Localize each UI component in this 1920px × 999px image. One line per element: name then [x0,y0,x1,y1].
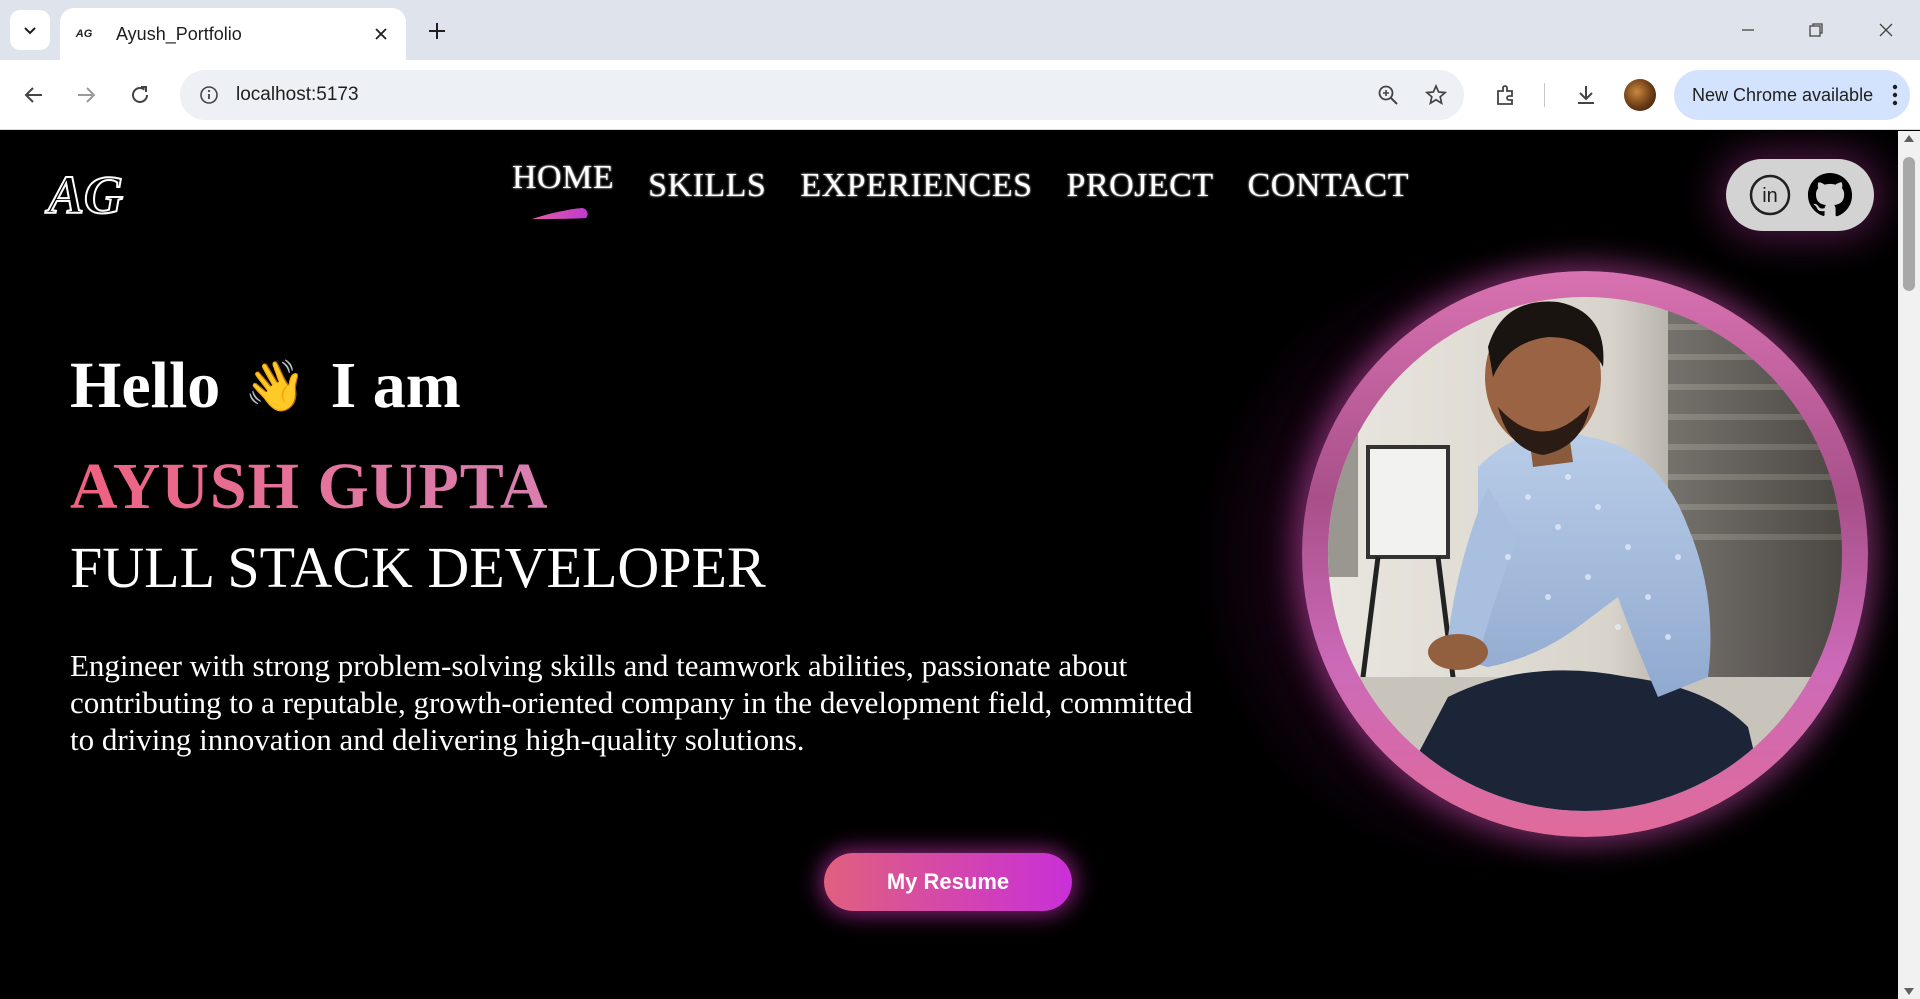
nav-active-underline [532,208,588,219]
nav-experiences[interactable]: EXPERIENCES [800,167,1032,205]
nav-skills[interactable]: SKILLS [648,167,766,205]
tab-favicon: AG [75,28,93,40]
hero-greeting: Hello 👋 I am [70,348,461,424]
hello-text: Hello [70,349,221,422]
tab-search-button[interactable] [10,10,50,50]
site-logo[interactable]: AG [44,164,134,226]
tab-close-button[interactable] [370,23,392,45]
close-window-button[interactable] [1858,10,1914,50]
page-scrollbar[interactable] [1898,131,1920,999]
wave-icon: 👋 [244,356,307,415]
new-tab-button[interactable] [420,14,454,48]
scroll-thumb[interactable] [1903,157,1915,291]
browser-toolbar: localhost:5173 New Chrome available [0,60,1920,130]
download-icon[interactable] [1566,75,1606,115]
browser-tab[interactable]: AG Ayush_Portfolio [60,8,406,60]
hero-description: Engineer with strong problem-solving ski… [70,648,1193,757]
update-label: New Chrome available [1692,84,1874,105]
back-button[interactable] [14,75,54,115]
toolbar-divider [1544,83,1545,107]
hero-role-animation-ghost: FULL STACK DEVELOPER [70,601,740,605]
address-bar[interactable]: localhost:5173 [180,70,1464,120]
hero-name: AYUSH GUPTA [70,450,549,523]
scroll-down-arrow-icon[interactable] [1904,988,1914,995]
logo-text: AG [45,165,123,225]
restore-icon [1809,23,1823,37]
browser-tab-strip: AG Ayush_Portfolio [0,0,1920,60]
profile-avatar[interactable] [1624,79,1656,111]
arrow-right-icon [78,87,96,103]
social-links: in [1726,159,1874,231]
minimize-button[interactable] [1720,10,1776,50]
close-icon [375,28,387,40]
forward-button[interactable] [66,75,106,115]
svg-text:in: in [1762,185,1778,207]
nav-home[interactable]: HOME [512,159,615,219]
i-am-text: I am [330,349,461,422]
page-viewport: AG HOME SKILLS EXPERIENCES PROJECT CONTA… [0,131,1898,999]
hero-role: FULL STACK DEVELOPER [70,536,766,600]
restore-button[interactable] [1788,10,1844,50]
close-icon [1879,23,1893,37]
nav-contact[interactable]: CONTACT [1248,167,1409,205]
scroll-up-arrow-icon[interactable] [1904,135,1914,142]
plus-icon [429,23,445,39]
arrow-left-icon [24,87,42,103]
chrome-update-button[interactable]: New Chrome available [1674,70,1910,120]
github-icon[interactable] [1807,172,1853,218]
tab-title: Ayush_Portfolio [116,23,242,44]
minimize-icon [1742,29,1754,31]
linkedin-icon[interactable]: in [1747,172,1793,218]
reload-icon [132,86,148,103]
extensions-icon[interactable] [1486,75,1526,115]
nav-home-label: HOME [512,159,615,196]
chevron-down-icon [24,27,36,35]
nav-project[interactable]: PROJECT [1067,167,1214,205]
site-info-icon[interactable] [194,80,224,110]
more-vert-icon[interactable] [1880,80,1910,110]
zoom-icon[interactable] [1368,75,1408,115]
resume-button[interactable]: My Resume [824,853,1072,911]
main-nav: HOME SKILLS EXPERIENCES PROJECT CONTACT [512,159,1409,219]
url-text[interactable]: localhost:5173 [236,84,1368,106]
bookmark-star-icon[interactable] [1416,75,1456,115]
profile-photo [1328,297,1842,811]
reload-button[interactable] [120,75,160,115]
